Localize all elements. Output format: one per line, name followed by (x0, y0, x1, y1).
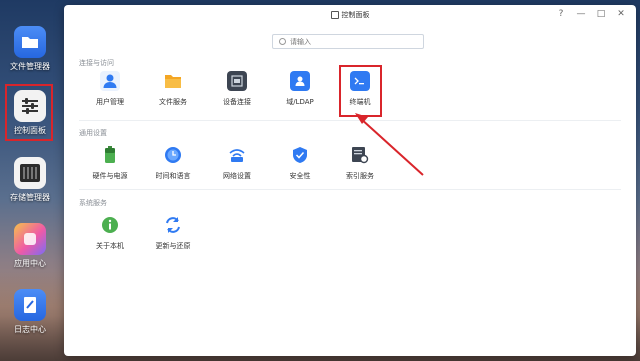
control-panel-icon (330, 11, 339, 19)
device-icon (227, 71, 247, 91)
item-security[interactable]: 安全性 (268, 145, 332, 181)
section-title: 通用设置 (79, 129, 107, 137)
item-label: 关于本机 (96, 242, 124, 250)
control-panel-window: 控制面板 ? — □ ✕ 连接与访问 用户管理 文件服务 设备连接 (64, 5, 636, 356)
section-title: 系统服务 (79, 199, 107, 207)
item-terminal[interactable]: 终端机 (328, 71, 392, 107)
control-panel-icon (14, 90, 46, 122)
dock-label: 控制面板 (14, 126, 46, 135)
item-label: 域/LDAP (286, 98, 314, 106)
user-icon (100, 71, 120, 91)
folder-icon (14, 26, 46, 58)
item-label: 文件服务 (159, 98, 187, 106)
maximize-button[interactable]: □ (596, 9, 606, 19)
item-about[interactable]: 关于本机 (78, 215, 142, 251)
item-label: 时间和语言 (155, 172, 191, 180)
item-label: 安全性 (289, 172, 311, 180)
wifi-icon (227, 145, 247, 165)
item-time-language[interactable]: 时间和语言 (141, 145, 205, 181)
window-title: 控制面板 (341, 11, 370, 19)
item-label: 更新与还原 (155, 242, 191, 250)
ldap-icon (290, 71, 310, 91)
item-domain-ldap[interactable]: 域/LDAP (268, 71, 332, 107)
help-button[interactable]: ? (556, 9, 566, 19)
dock-control-panel[interactable]: 控制面板 (4, 90, 56, 136)
battery-icon (100, 145, 120, 165)
dock-app-center[interactable]: 应用中心 (4, 223, 56, 269)
item-label: 索引服务 (346, 172, 374, 180)
dock-label: 日志中心 (14, 325, 46, 334)
section-divider (79, 120, 621, 121)
storage-icon (14, 157, 46, 189)
item-label: 硬件与电源 (92, 172, 128, 180)
index-icon (350, 145, 370, 165)
item-user-management[interactable]: 用户管理 (78, 71, 142, 107)
minimize-button[interactable]: — (576, 9, 586, 19)
app-center-icon (14, 223, 46, 255)
dock-label: 文件管理器 (10, 62, 50, 71)
item-device-connection[interactable]: 设备连接 (205, 71, 269, 107)
window-titlebar: 控制面板 ? — □ ✕ (64, 5, 636, 25)
section-title: 连接与访问 (79, 59, 114, 67)
terminal-icon (350, 71, 370, 91)
dock-label: 存储管理器 (10, 193, 50, 202)
log-icon (14, 289, 46, 321)
item-index-service[interactable]: 索引服务 (328, 145, 392, 181)
shield-icon (290, 145, 310, 165)
search-input[interactable] (290, 37, 410, 46)
dock-storage-manager[interactable]: 存储管理器 (4, 157, 56, 203)
dock-log-center[interactable]: 日志中心 (4, 289, 56, 335)
item-label: 终端机 (349, 98, 371, 106)
info-icon (100, 215, 120, 235)
window-controls: ? — □ ✕ (556, 9, 626, 19)
item-update-restore[interactable]: 更新与还原 (141, 215, 205, 251)
item-label: 设备连接 (223, 98, 251, 106)
item-network-settings[interactable]: 网络设置 (205, 145, 269, 181)
dock-label: 应用中心 (14, 259, 46, 268)
item-label: 用户管理 (96, 98, 124, 106)
close-button[interactable]: ✕ (616, 9, 626, 19)
refresh-icon (163, 215, 183, 235)
item-file-service[interactable]: 文件服务 (141, 71, 205, 107)
item-hardware-power[interactable]: 硬件与电源 (78, 145, 142, 181)
search-box[interactable] (272, 34, 424, 49)
section-divider (79, 189, 621, 190)
search-icon (279, 38, 286, 45)
dock-file-manager[interactable]: 文件管理器 (4, 26, 56, 72)
folder-icon (163, 71, 183, 91)
item-label: 网络设置 (223, 172, 251, 180)
clock-icon (163, 145, 183, 165)
